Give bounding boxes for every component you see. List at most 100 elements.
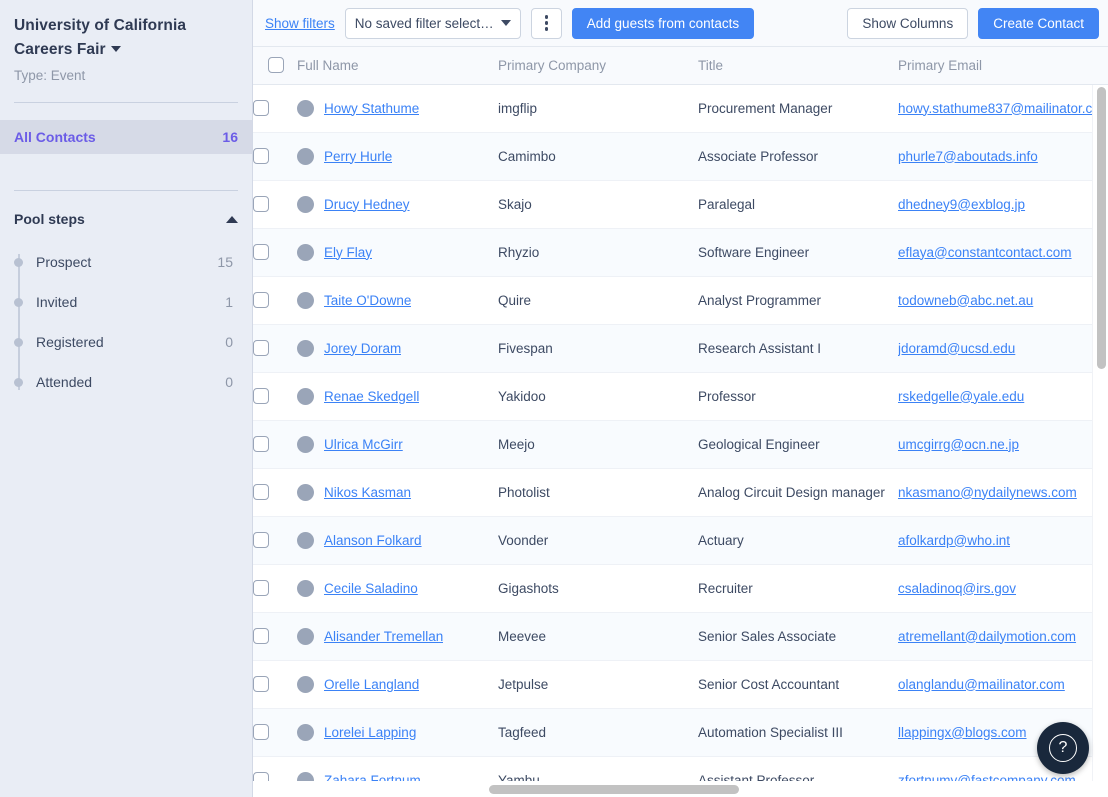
cell-primary-email: olanglandu@mailinator.com	[898, 660, 1108, 709]
contact-email-link[interactable]: phurle7@aboutads.info	[898, 149, 1108, 164]
table-row[interactable]: Orelle Langland Jetpulse Senior Cost Accou…	[253, 660, 1108, 709]
table-row[interactable]: Howy Stathume imgflip Procurement Manager h…	[253, 84, 1108, 133]
column-header-full-name[interactable]: Full Name	[297, 47, 498, 85]
table-row[interactable]: Jorey Doram Fivespan Research Assistant Ij…	[253, 324, 1108, 373]
row-select-cell	[253, 708, 297, 757]
table-row[interactable]: Alanson Folkard Voonder Actuary afolkardp@w…	[253, 516, 1108, 565]
row-checkbox[interactable]	[253, 676, 269, 693]
contact-name-link[interactable]: Ely Flay	[324, 245, 372, 260]
cell-full-name: Perry Hurle	[297, 132, 498, 181]
table-row[interactable]: Taite O'Downe Quire Analyst Programmer todo…	[253, 276, 1108, 325]
chevron-down-icon[interactable]	[110, 46, 121, 52]
contact-name-link[interactable]: Alanson Folkard	[324, 533, 422, 548]
contact-email-link[interactable]: jdoramd@ucsd.edu	[898, 341, 1108, 356]
saved-filter-select[interactable]: No saved filter select…	[344, 7, 521, 39]
contact-name-link[interactable]: Howy Stathume	[324, 101, 419, 116]
column-header-primary-email[interactable]: Primary Email	[898, 47, 1108, 85]
row-checkbox[interactable]	[253, 484, 269, 501]
contact-email-link[interactable]: atremellant@dailymotion.com	[898, 629, 1108, 644]
row-checkbox[interactable]	[253, 100, 269, 117]
pool-step-prospect[interactable]: Prospect 15	[14, 242, 252, 282]
horizontal-scrollbar[interactable]	[253, 781, 1108, 797]
table-row[interactable]: Cecile Saladino Gigashots Recruiter csaladi…	[253, 564, 1108, 613]
pool-steps-header[interactable]: Pool steps	[0, 208, 252, 230]
chevron-up-icon[interactable]	[226, 215, 238, 223]
column-header-primary-company[interactable]: Primary Company	[498, 47, 698, 85]
cell-full-name: Alisander Tremellan	[297, 612, 498, 661]
table-row[interactable]: Ely Flay Rhyzio Software Engineer eflaya@co…	[253, 228, 1108, 277]
pool-step-attended[interactable]: Attended 0	[14, 362, 252, 402]
cell-primary-email: rskedgelle@yale.edu	[898, 372, 1108, 421]
cell-full-name: Howy Stathume	[297, 84, 498, 133]
contact-name-link[interactable]: Orelle Langland	[324, 677, 419, 692]
help-button[interactable]: ?	[1037, 722, 1089, 774]
table-row[interactable]: Ulrica McGirr Meejo Geological Engineer umc…	[253, 420, 1108, 469]
contact-name-link[interactable]: Alisander Tremellan	[324, 629, 443, 644]
show-filters-link[interactable]: Show filters	[265, 16, 335, 31]
contact-email-link[interactable]: dhedney9@exblog.jp	[898, 197, 1108, 212]
cell-primary-email: eflaya@constantcontact.com	[898, 228, 1108, 277]
contact-name-link[interactable]: Lorelei Lapping	[324, 725, 416, 740]
cell-primary-company: Meejo	[498, 420, 698, 469]
more-options-button[interactable]	[530, 7, 562, 39]
pool-step-invited[interactable]: Invited 1	[14, 282, 252, 322]
contact-name-link[interactable]: Jorey Doram	[324, 341, 401, 356]
create-contact-button[interactable]: Create Contact	[978, 7, 1099, 39]
sidebar-item-all-contacts[interactable]: All Contacts 16	[0, 120, 252, 154]
row-checkbox[interactable]	[253, 628, 269, 645]
contact-name-link[interactable]: Taite O'Downe	[324, 293, 411, 308]
row-checkbox[interactable]	[253, 724, 269, 741]
step-dot-icon	[14, 298, 23, 307]
contact-email-link[interactable]: afolkardp@who.int	[898, 533, 1108, 548]
show-columns-button[interactable]: Show Columns	[847, 7, 969, 39]
contact-name-link[interactable]: Drucy Hedney	[324, 197, 410, 212]
table-row[interactable]: Drucy Hedney Skajo Paralegal dhedney9@exblo…	[253, 180, 1108, 229]
row-checkbox[interactable]	[253, 196, 269, 213]
table-row[interactable]: Perry Hurle Camimbo Associate Professor phu…	[253, 132, 1108, 181]
cell-full-name: Taite O'Downe	[297, 276, 498, 325]
pool-step-registered[interactable]: Registered 0	[14, 322, 252, 362]
avatar	[297, 531, 314, 549]
contact-email-link[interactable]: umcgirrg@ocn.ne.jp	[898, 437, 1108, 452]
contact-email-link[interactable]: rskedgelle@yale.edu	[898, 389, 1108, 404]
table-row[interactable]: Lorelei Lapping Tagfeed Automation Special…	[253, 708, 1108, 757]
contact-email-link[interactable]: eflaya@constantcontact.com	[898, 245, 1108, 260]
contact-name-link[interactable]: Ulrica McGirr	[324, 437, 403, 452]
contact-email-link[interactable]: csaladinoq@irs.gov	[898, 581, 1108, 596]
table-row[interactable]: Alisander Tremellan Meevee Senior Sales As…	[253, 612, 1108, 661]
row-checkbox[interactable]	[253, 436, 269, 453]
cell-primary-email: jdoramd@ucsd.edu	[898, 324, 1108, 373]
contact-name-link[interactable]: Perry Hurle	[324, 149, 392, 164]
horizontal-scrollbar-thumb[interactable]	[489, 785, 739, 794]
select-all-checkbox[interactable]	[268, 57, 284, 74]
row-checkbox[interactable]	[253, 340, 269, 357]
all-contacts-count: 16	[222, 129, 238, 145]
row-checkbox[interactable]	[253, 532, 269, 549]
contact-name-link[interactable]: Renae Skedgell	[324, 389, 419, 404]
row-select-cell	[253, 468, 297, 517]
table-row[interactable]: Renae Skedgell Yakidoo Professor rskedgelle…	[253, 372, 1108, 421]
column-header-title[interactable]: Title	[698, 47, 898, 85]
cell-title: Senior Cost Accountant	[698, 660, 898, 709]
cell-title: Analyst Programmer	[698, 276, 898, 325]
row-checkbox[interactable]	[253, 148, 269, 165]
vertical-scrollbar[interactable]	[1092, 85, 1108, 781]
contact-email-link[interactable]: howy.stathume837@mailinator.com	[898, 101, 1108, 116]
sidebar-divider-middle	[14, 190, 238, 191]
row-checkbox[interactable]	[253, 580, 269, 597]
contact-email-link[interactable]: nkasmano@nydailynews.com	[898, 485, 1108, 500]
event-title-row[interactable]: University of California Careers Fair	[14, 14, 238, 62]
add-guests-from-contacts-button[interactable]: Add guests from contacts	[571, 7, 755, 39]
contact-name-link[interactable]: Nikos Kasman	[324, 485, 411, 500]
contact-email-link[interactable]: todowneb@abc.net.au	[898, 293, 1108, 308]
table-row[interactable]: Nikos Kasman Photolist Analog Circuit Desi…	[253, 468, 1108, 517]
row-checkbox[interactable]	[253, 244, 269, 261]
cell-full-name: Orelle Langland	[297, 660, 498, 709]
contact-name-link[interactable]: Cecile Saladino	[324, 581, 418, 596]
vertical-scrollbar-thumb[interactable]	[1097, 87, 1106, 369]
row-checkbox[interactable]	[253, 292, 269, 309]
chevron-down-icon	[500, 20, 511, 26]
contact-email-link[interactable]: olanglandu@mailinator.com	[898, 677, 1108, 692]
row-select-cell	[253, 516, 297, 565]
row-checkbox[interactable]	[253, 388, 269, 405]
